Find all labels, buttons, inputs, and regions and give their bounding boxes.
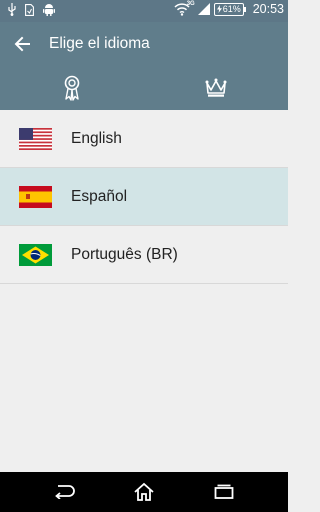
status-bar: 3G 61% 20:53 — [0, 0, 288, 22]
back-arrow-icon — [55, 485, 75, 499]
usb-icon — [8, 3, 16, 16]
us-flag-icon — [19, 127, 52, 150]
tab-achievements[interactable] — [0, 66, 144, 110]
android-icon — [43, 4, 55, 16]
tab-ranking[interactable] — [144, 66, 288, 110]
tab-bar — [0, 66, 288, 110]
language-item-portugues-br[interactable]: Português (BR) — [0, 226, 288, 284]
app-bar: Elige el idioma — [0, 22, 288, 66]
arrow-left-icon — [14, 36, 30, 52]
language-item-espanol[interactable]: Español — [0, 168, 288, 226]
wifi-icon: 3G — [174, 1, 195, 16]
network-type-label: 3G — [186, 0, 195, 7]
back-button[interactable] — [10, 32, 34, 56]
page-title: Elige el idioma — [49, 35, 150, 52]
crown-icon — [205, 78, 227, 97]
nav-home-button[interactable] — [132, 480, 156, 504]
charging-bolt-icon — [216, 5, 222, 13]
nav-back-button[interactable] — [52, 480, 76, 504]
sd-card-icon — [25, 3, 34, 16]
cell-signal-icon — [197, 3, 210, 15]
brazil-flag-icon — [19, 243, 52, 266]
language-label: English — [71, 129, 122, 147]
language-label: Português (BR) — [71, 245, 178, 263]
nav-recents-button[interactable] — [212, 480, 236, 504]
language-item-english[interactable]: English — [0, 110, 288, 168]
clock: 20:53 — [252, 2, 284, 16]
battery-percent: 61% — [222, 3, 241, 14]
spain-flag-icon — [19, 185, 52, 208]
navigation-bar — [0, 472, 288, 512]
home-icon — [134, 482, 154, 501]
recent-apps-icon — [214, 484, 234, 499]
language-list: English Español Português (BR) — [0, 110, 288, 284]
battery-indicator: 61% — [213, 2, 246, 16]
ribbon-award-icon — [64, 75, 80, 101]
language-label: Español — [71, 187, 128, 205]
